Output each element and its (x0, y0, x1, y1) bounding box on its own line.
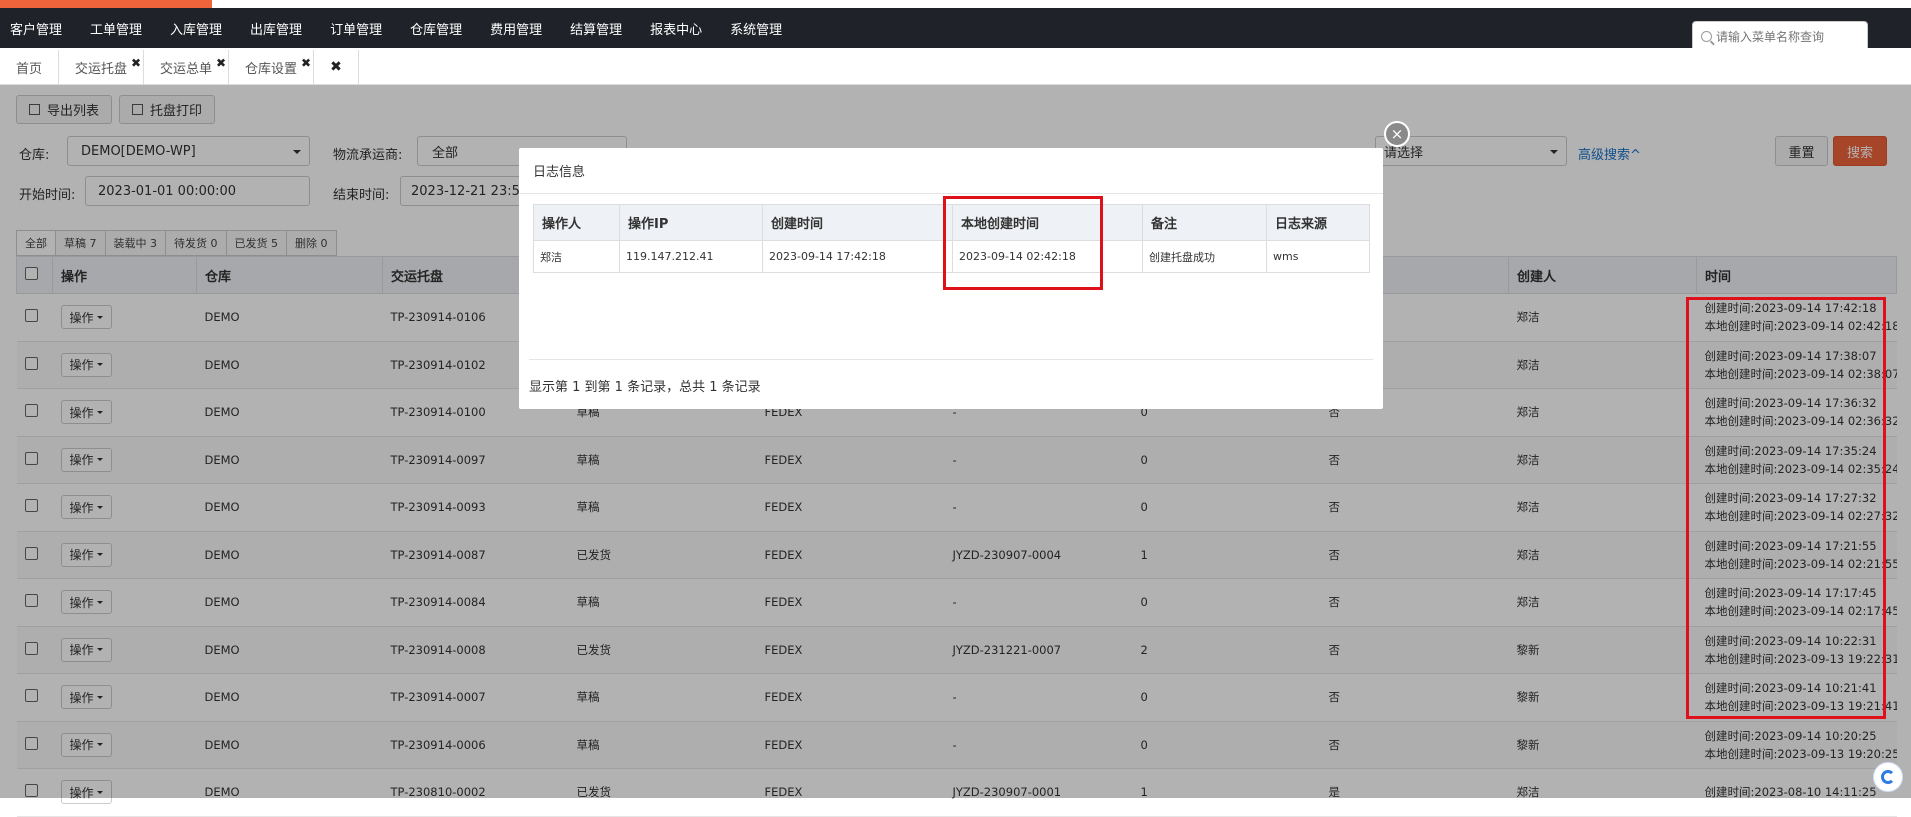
divider (529, 359, 1373, 360)
menu-search-input[interactable] (1716, 29, 1856, 44)
tab-master-order[interactable]: 交运总单 ✖ (144, 50, 230, 84)
close-icon[interactable]: ✖ (301, 56, 311, 70)
assistant-float-button[interactable] (1873, 762, 1903, 792)
nav-item[interactable]: 仓库管理 (400, 19, 462, 38)
log-cell: 119.147.212.41 (619, 240, 763, 273)
log-cell: 2023-09-14 17:42:18 (762, 240, 953, 273)
refresh-icon (1881, 770, 1895, 784)
highlight-box-local-time-column (943, 196, 1103, 290)
nav-item[interactable]: 报表中心 (640, 19, 702, 38)
nav-item[interactable]: 订单管理 (320, 19, 382, 38)
nav-item[interactable]: 客户管理 (0, 19, 62, 38)
nav-item[interactable]: 系统管理 (720, 19, 782, 38)
nav-item[interactable]: 出库管理 (240, 19, 302, 38)
close-icon[interactable]: ✖ (131, 56, 141, 70)
nav-item[interactable]: 入库管理 (160, 19, 222, 38)
close-dialog-button[interactable]: × (1384, 121, 1410, 147)
log-cell: wms (1266, 240, 1370, 273)
dialog-title: 日志信息 (533, 165, 586, 180)
nav-item[interactable]: 费用管理 (480, 19, 542, 38)
top-navbar: 客户管理 工单管理 入库管理 出库管理 订单管理 仓库管理 费用管理 结算管理 报表中心 系统管理 (0, 8, 1911, 52)
close-all-tabs-button[interactable]: ✖ (314, 50, 359, 84)
log-column-header: 操作IP (619, 204, 763, 241)
tab-label: 交运总单 (160, 61, 213, 77)
nav-item[interactable]: 结算管理 (560, 19, 622, 38)
tab-label: 首页 (16, 61, 43, 77)
search-icon (1701, 31, 1712, 42)
highlight-box-time-column (1686, 297, 1886, 719)
nav-item[interactable]: 工单管理 (80, 19, 142, 38)
tab-label: 仓库设置 (245, 61, 298, 77)
divider (519, 193, 1383, 194)
brand-accent (0, 0, 212, 8)
page-tabs: 首页 交运托盘 ✖ 交运总单 ✖ 仓库设置 ✖ ✖ (0, 48, 1911, 85)
log-cell: 郑洁 (533, 240, 620, 273)
log-column-header: 备注 (1142, 204, 1267, 241)
top-stripe (0, 0, 1911, 8)
log-column-header: 创建时间 (762, 204, 953, 241)
log-column-header: 日志来源 (1266, 204, 1370, 241)
close-icon[interactable]: ✖ (216, 56, 226, 70)
log-cell: 创建托盘成功 (1142, 240, 1267, 273)
pagination-summary: 显示第 1 到第 1 条记录，总共 1 条记录 (529, 380, 761, 395)
tab-home[interactable]: 首页 (0, 50, 60, 84)
main-menu: 客户管理 工单管理 入库管理 出库管理 订单管理 仓库管理 费用管理 结算管理 报表中心 系统管理 (0, 8, 1911, 48)
tab-pallet[interactable]: 交运托盘 ✖ (59, 50, 145, 84)
log-column-header: 操作人 (533, 204, 620, 241)
tab-warehouse-settings[interactable]: 仓库设置 ✖ (229, 50, 315, 84)
tab-label: 交运托盘 (75, 61, 128, 77)
